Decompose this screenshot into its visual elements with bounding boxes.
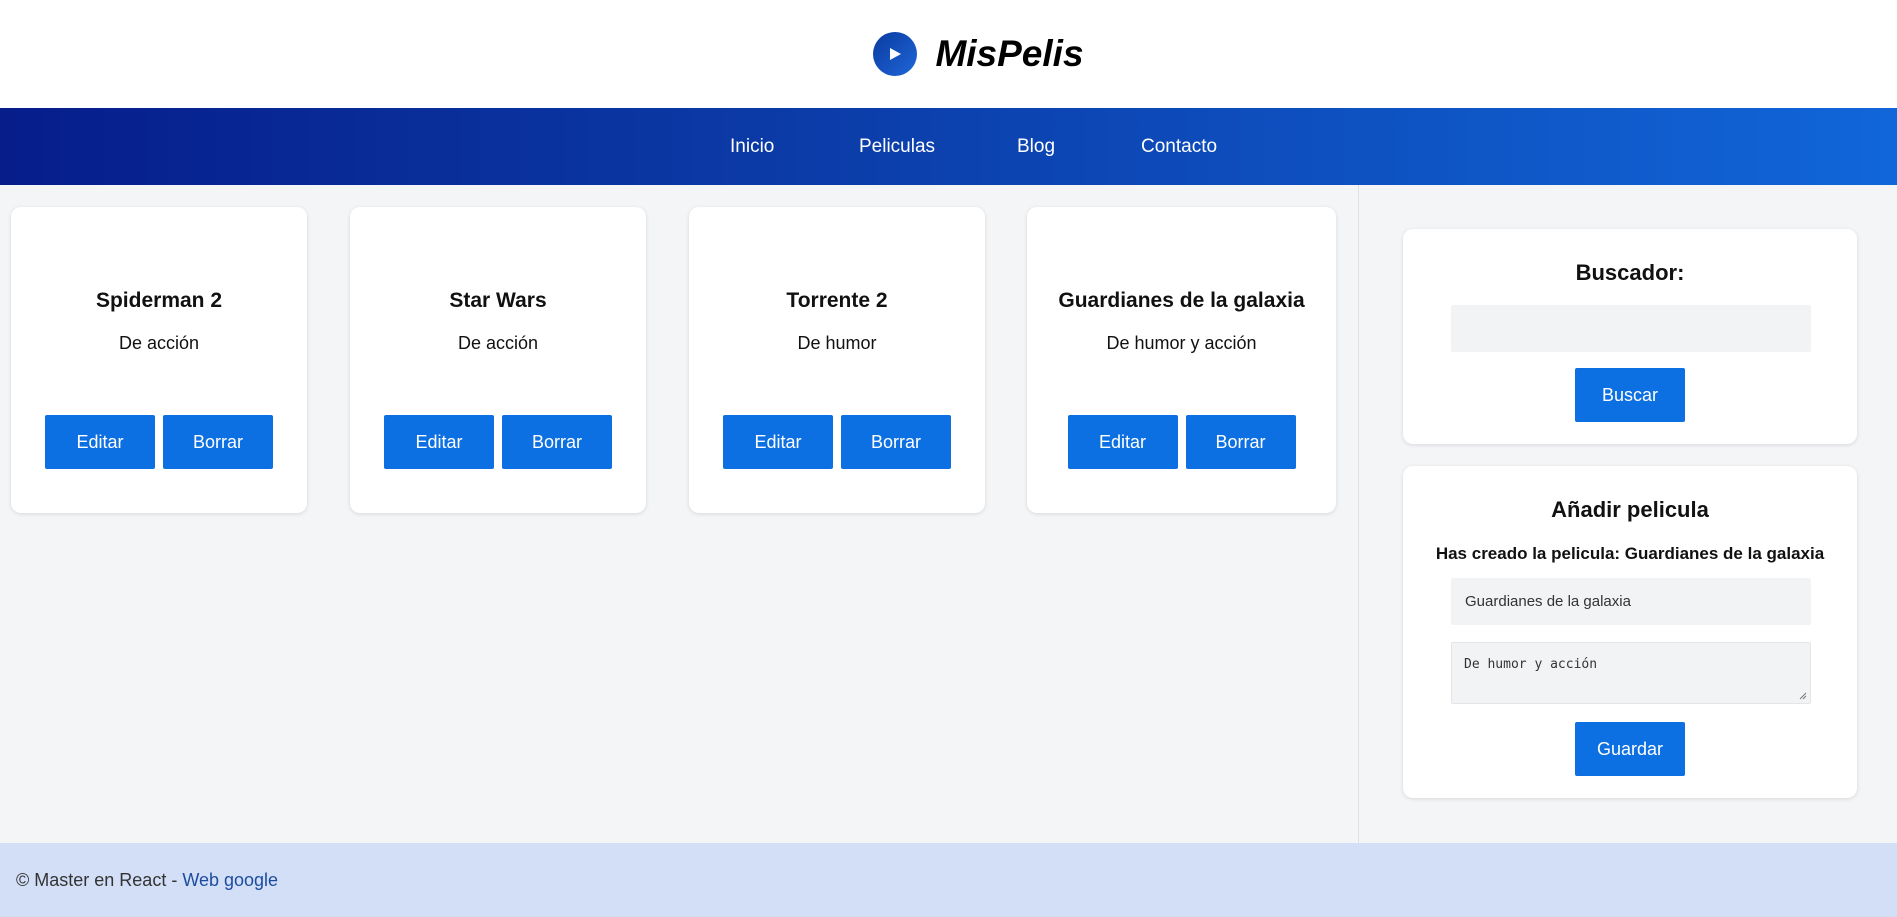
- nav-item-peliculas[interactable]: Peliculas: [859, 108, 935, 185]
- movie-card: Guardianes de la galaxia De humor y acci…: [1027, 207, 1336, 513]
- edit-button[interactable]: Editar: [723, 415, 833, 469]
- movie-card: Star Wars De acción Editar Borrar: [350, 207, 646, 513]
- search-button[interactable]: Buscar: [1575, 368, 1685, 422]
- delete-button[interactable]: Borrar: [841, 415, 951, 469]
- delete-button[interactable]: Borrar: [502, 415, 612, 469]
- sidebar: Buscador: Buscar Añadir pelicula Has cre…: [1358, 185, 1897, 843]
- play-icon: [873, 32, 918, 76]
- site-footer: © Master en React - Web google: [0, 843, 1897, 917]
- site-header: MisPelis: [0, 0, 1897, 108]
- movie-description: De acción: [457, 333, 539, 353]
- search-panel: Buscador: Buscar: [1403, 229, 1857, 444]
- movie-title: Spiderman 2: [95, 289, 223, 312]
- save-button[interactable]: Guardar: [1575, 722, 1685, 776]
- movie-description-value: De humor y acción: [1464, 657, 1598, 672]
- movie-title: Torrente 2: [786, 289, 888, 312]
- search-input[interactable]: [1451, 305, 1811, 352]
- success-message: Has creado la pelicula: Guardianes de la…: [1435, 544, 1825, 563]
- edit-button[interactable]: Editar: [1067, 415, 1178, 469]
- main-nav: Inicio Peliculas Blog Contacto: [0, 108, 1897, 185]
- nav-item-contacto[interactable]: Contacto: [1141, 108, 1217, 185]
- movie-description: De humor: [797, 333, 877, 353]
- footer-text: © Master en React -: [16, 870, 183, 890]
- nav-item-blog[interactable]: Blog: [1017, 108, 1055, 185]
- add-movie-title: Añadir pelicula: [1551, 497, 1709, 522]
- movie-description: De acción: [118, 333, 200, 353]
- nav-item-inicio[interactable]: Inicio: [730, 108, 774, 185]
- movie-card: Spiderman 2 De acción Editar Borrar: [11, 207, 307, 513]
- movie-list: Spiderman 2 De acción Editar Borrar Star…: [0, 185, 1358, 843]
- movie-title: Star Wars: [449, 289, 547, 312]
- search-title: Buscador:: [1575, 260, 1685, 285]
- edit-button[interactable]: Editar: [384, 415, 494, 469]
- movie-description-textarea[interactable]: De humor y acción: [1451, 642, 1811, 704]
- resize-handle-icon[interactable]: [1799, 692, 1807, 700]
- movie-title-input[interactable]: Guardianes de la galaxia: [1451, 578, 1811, 625]
- add-movie-panel: Añadir pelicula Has creado la pelicula: …: [1403, 466, 1857, 798]
- movie-card: Torrente 2 De humor Editar Borrar: [689, 207, 985, 513]
- edit-button[interactable]: Editar: [45, 415, 155, 469]
- movie-title: Guardianes de la galaxia: [1058, 289, 1305, 312]
- delete-button[interactable]: Borrar: [1185, 415, 1296, 469]
- footer-link[interactable]: Web google: [182, 870, 278, 890]
- site-title: MisPelis: [935, 33, 1084, 74]
- logo[interactable]: MisPelis: [873, 32, 1084, 76]
- delete-button[interactable]: Borrar: [163, 415, 273, 469]
- movie-description: De humor y acción: [1106, 333, 1257, 353]
